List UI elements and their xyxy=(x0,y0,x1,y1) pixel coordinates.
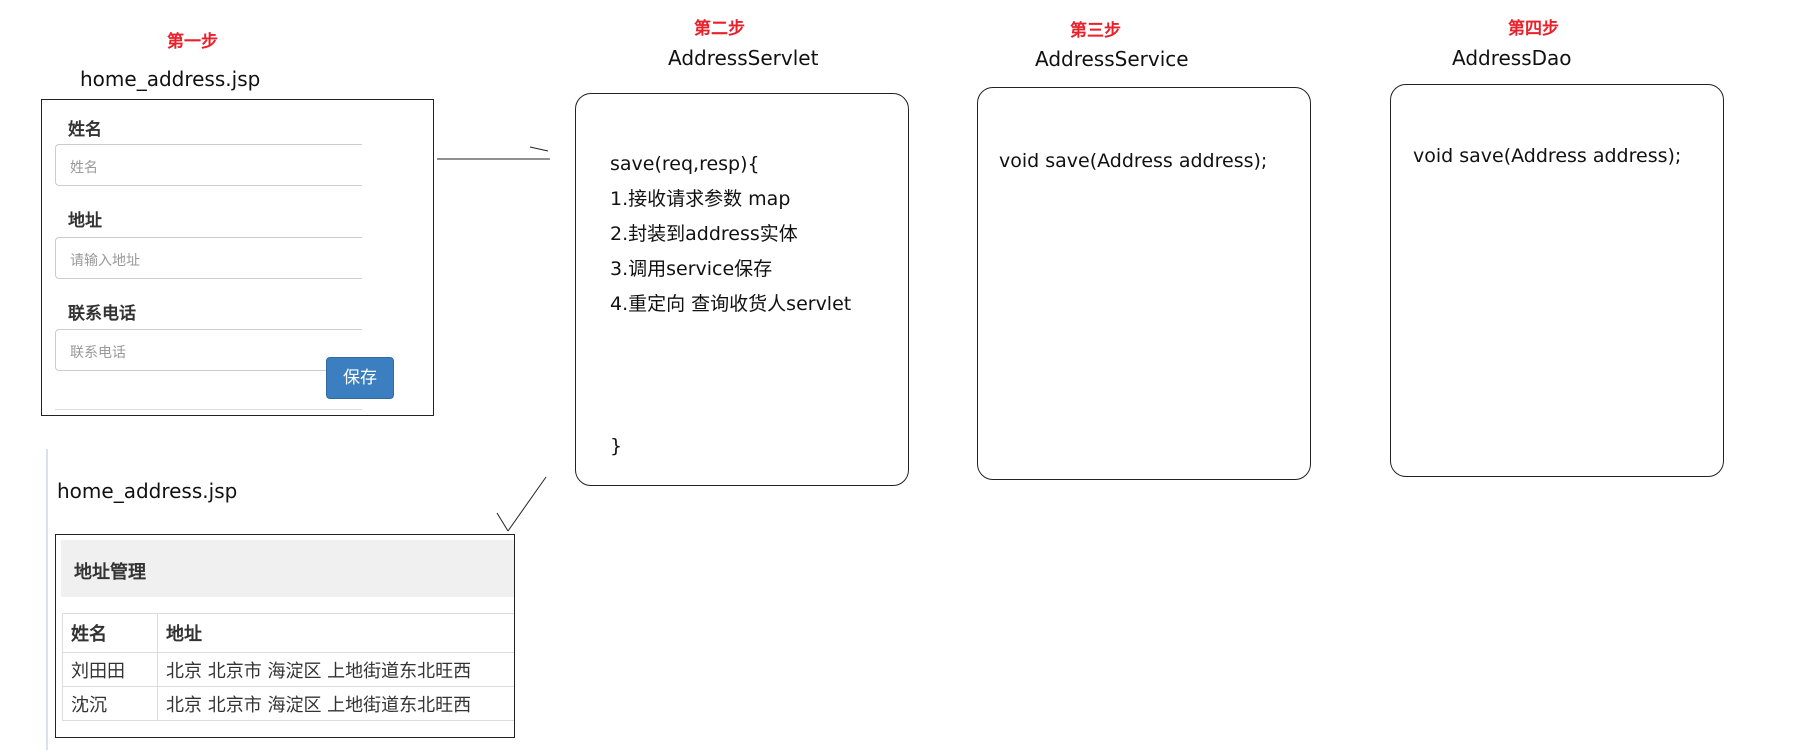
column-header-name: 姓名 xyxy=(62,613,158,653)
cell-address: 北京 北京市 海淀区 上地街道东北旺西 xyxy=(157,652,514,687)
servlet-to-result-line xyxy=(507,476,547,532)
result-title: home_address.jsp xyxy=(57,479,238,503)
table-row: 刘田田 北京 北京市 海淀区 上地街道东北旺西 xyxy=(62,652,514,687)
cell-address: 北京 北京市 海淀区 上地街道东北旺西 xyxy=(157,686,514,721)
panel-title: 地址管理 xyxy=(61,540,514,597)
address-list-panel: 地址管理 姓名 地址 刘田田 北京 北京市 海淀区 上地街道东北旺西 沈沉 北京… xyxy=(55,534,515,738)
address-table: 姓名 地址 刘田田 北京 北京市 海淀区 上地街道东北旺西 沈沉 北京 北京市 … xyxy=(62,613,514,721)
column-header-address: 地址 xyxy=(157,613,514,653)
table-row: 沈沉 北京 北京市 海淀区 上地街道东北旺西 xyxy=(62,686,514,721)
cell-name: 沈沉 xyxy=(62,686,158,721)
left-margin-rule xyxy=(46,449,48,750)
arrow-head xyxy=(496,512,509,532)
table-header-row: 姓名 地址 xyxy=(62,613,514,653)
arrow-tick xyxy=(529,146,549,152)
cell-name: 刘田田 xyxy=(62,652,158,687)
